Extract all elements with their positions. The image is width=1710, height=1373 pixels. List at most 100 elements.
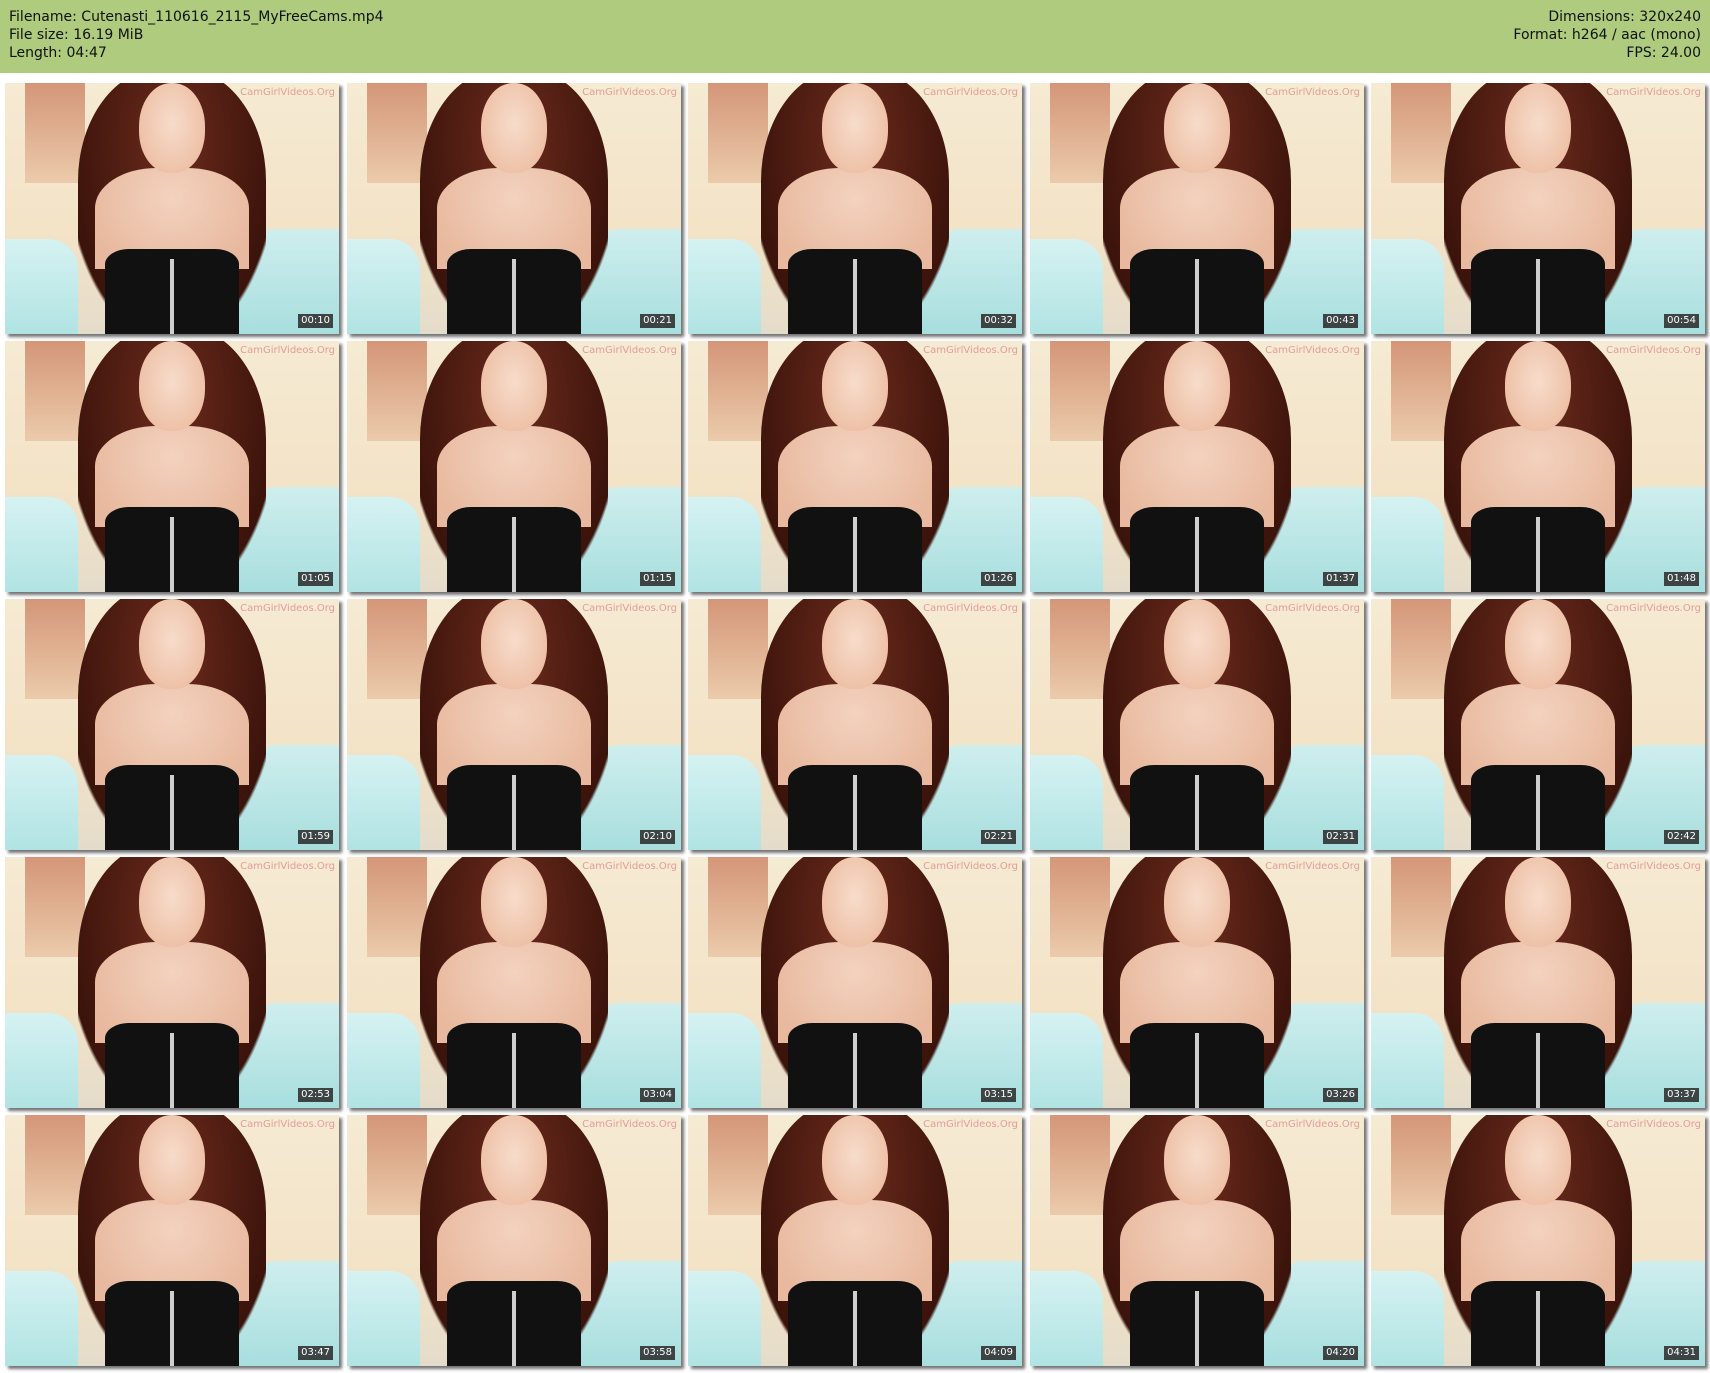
- pillow-left: [1371, 1012, 1445, 1108]
- face: [1163, 1115, 1231, 1206]
- wall-art: [708, 857, 769, 958]
- video-frame-thumbnail[interactable]: CamGirlVideos.Org 02:42: [1371, 599, 1705, 850]
- face: [821, 83, 889, 174]
- face: [1504, 83, 1572, 174]
- pillow-left: [347, 1270, 421, 1366]
- pillow-left: [1371, 754, 1445, 850]
- watermark-text: CamGirlVideos.Org: [1265, 1119, 1360, 1130]
- fps-text: FPS: 24.00: [1626, 45, 1701, 61]
- zipper: [1195, 258, 1199, 334]
- wall-art: [25, 1115, 86, 1216]
- timestamp-label: 01:59: [298, 830, 333, 844]
- watermark-text: CamGirlVideos.Org: [1606, 87, 1701, 98]
- video-frame-thumbnail[interactable]: CamGirlVideos.Org 03:37: [1371, 857, 1705, 1108]
- video-frame-thumbnail[interactable]: CamGirlVideos.Org 03:47: [5, 1115, 339, 1366]
- video-frame-thumbnail[interactable]: CamGirlVideos.Org 03:04: [347, 857, 681, 1108]
- pillow-left: [1030, 238, 1104, 334]
- video-frame-thumbnail[interactable]: CamGirlVideos.Org 03:58: [347, 1115, 681, 1366]
- watermark-text: CamGirlVideos.Org: [240, 603, 335, 614]
- pillow-left: [1371, 1270, 1445, 1366]
- video-frame-thumbnail[interactable]: CamGirlVideos.Org 02:21: [688, 599, 1022, 850]
- pillow-left: [688, 1012, 762, 1108]
- wall-art: [1050, 1115, 1111, 1216]
- pillow-left: [1371, 496, 1445, 592]
- wall-art: [25, 341, 86, 442]
- info-header: Filename: Cutenasti_110616_2115_MyFreeCa…: [0, 0, 1710, 73]
- video-frame-thumbnail[interactable]: CamGirlVideos.Org 03:15: [688, 857, 1022, 1108]
- zipper: [1536, 258, 1540, 334]
- pillow-left: [347, 754, 421, 850]
- pillow-left: [688, 1270, 762, 1366]
- video-frame-thumbnail[interactable]: CamGirlVideos.Org 03:26: [1030, 857, 1364, 1108]
- wall-art: [1050, 83, 1111, 184]
- video-frame-thumbnail[interactable]: CamGirlVideos.Org 01:59: [5, 599, 339, 850]
- video-frame-thumbnail[interactable]: CamGirlVideos.Org 01:15: [347, 341, 681, 592]
- pillow-left: [688, 754, 762, 850]
- face: [138, 341, 206, 432]
- face: [138, 83, 206, 174]
- zipper: [1195, 1290, 1199, 1366]
- wall-art: [708, 83, 769, 184]
- video-frame-thumbnail[interactable]: CamGirlVideos.Org 00:10: [5, 83, 339, 334]
- zipper: [1536, 1032, 1540, 1108]
- wall-art: [1391, 83, 1452, 184]
- video-frame-thumbnail[interactable]: CamGirlVideos.Org 01:26: [688, 341, 1022, 592]
- wall-art: [1391, 1115, 1452, 1216]
- pillow-left: [5, 496, 79, 592]
- timestamp-label: 01:48: [1664, 572, 1699, 586]
- video-frame-thumbnail[interactable]: CamGirlVideos.Org 04:09: [688, 1115, 1022, 1366]
- zipper: [853, 1032, 857, 1108]
- face: [1504, 857, 1572, 948]
- timestamp-label: 00:54: [1664, 314, 1699, 328]
- timestamp-label: 04:09: [981, 1346, 1016, 1360]
- timestamp-label: 01:37: [1323, 572, 1358, 586]
- video-frame-thumbnail[interactable]: CamGirlVideos.Org 04:31: [1371, 1115, 1705, 1366]
- zipper: [1536, 516, 1540, 592]
- video-frame-thumbnail[interactable]: CamGirlVideos.Org 01:05: [5, 341, 339, 592]
- video-frame-thumbnail[interactable]: CamGirlVideos.Org 04:20: [1030, 1115, 1364, 1366]
- video-frame-thumbnail[interactable]: CamGirlVideos.Org 00:54: [1371, 83, 1705, 334]
- timestamp-label: 00:10: [298, 314, 333, 328]
- watermark-text: CamGirlVideos.Org: [1265, 345, 1360, 356]
- watermark-text: CamGirlVideos.Org: [923, 603, 1018, 614]
- wall-art: [25, 599, 86, 700]
- face: [480, 83, 548, 174]
- timestamp-label: 03:58: [640, 1346, 675, 1360]
- face: [480, 599, 548, 690]
- file-info-right: Dimensions: 320x240 Format: h264 / aac (…: [1513, 8, 1701, 62]
- face: [1504, 1115, 1572, 1206]
- filesize-text: File size: 16.19 MiB: [9, 27, 144, 43]
- video-frame-thumbnail[interactable]: CamGirlVideos.Org 02:31: [1030, 599, 1364, 850]
- wall-art: [367, 1115, 428, 1216]
- pillow-left: [1030, 1270, 1104, 1366]
- timestamp-label: 00:32: [981, 314, 1016, 328]
- dimensions-text: Dimensions: 320x240: [1548, 9, 1701, 25]
- timestamp-label: 03:04: [640, 1088, 675, 1102]
- zipper: [170, 774, 174, 850]
- zipper: [170, 516, 174, 592]
- video-frame-thumbnail[interactable]: CamGirlVideos.Org 00:21: [347, 83, 681, 334]
- video-frame-thumbnail[interactable]: CamGirlVideos.Org 02:53: [5, 857, 339, 1108]
- timestamp-label: 04:31: [1664, 1346, 1699, 1360]
- video-frame-thumbnail[interactable]: CamGirlVideos.Org 01:48: [1371, 341, 1705, 592]
- pillow-left: [5, 238, 79, 334]
- face: [1163, 341, 1231, 432]
- wall-art: [1391, 857, 1452, 958]
- video-frame-thumbnail[interactable]: CamGirlVideos.Org 01:37: [1030, 341, 1364, 592]
- wall-art: [1391, 599, 1452, 700]
- wall-art: [367, 341, 428, 442]
- video-frame-thumbnail[interactable]: CamGirlVideos.Org 00:43: [1030, 83, 1364, 334]
- wall-art: [708, 599, 769, 700]
- watermark-text: CamGirlVideos.Org: [240, 861, 335, 872]
- wall-art: [367, 857, 428, 958]
- filename-text: Filename: Cutenasti_110616_2115_MyFreeCa…: [9, 9, 384, 25]
- timestamp-label: 02:42: [1664, 830, 1699, 844]
- video-frame-thumbnail[interactable]: CamGirlVideos.Org 00:32: [688, 83, 1022, 334]
- wall-art: [25, 857, 86, 958]
- timestamp-label: 04:20: [1323, 1346, 1358, 1360]
- face: [821, 1115, 889, 1206]
- timestamp-label: 02:53: [298, 1088, 333, 1102]
- format-text: Format: h264 / aac (mono): [1513, 27, 1701, 43]
- video-frame-thumbnail[interactable]: CamGirlVideos.Org 02:10: [347, 599, 681, 850]
- zipper: [170, 258, 174, 334]
